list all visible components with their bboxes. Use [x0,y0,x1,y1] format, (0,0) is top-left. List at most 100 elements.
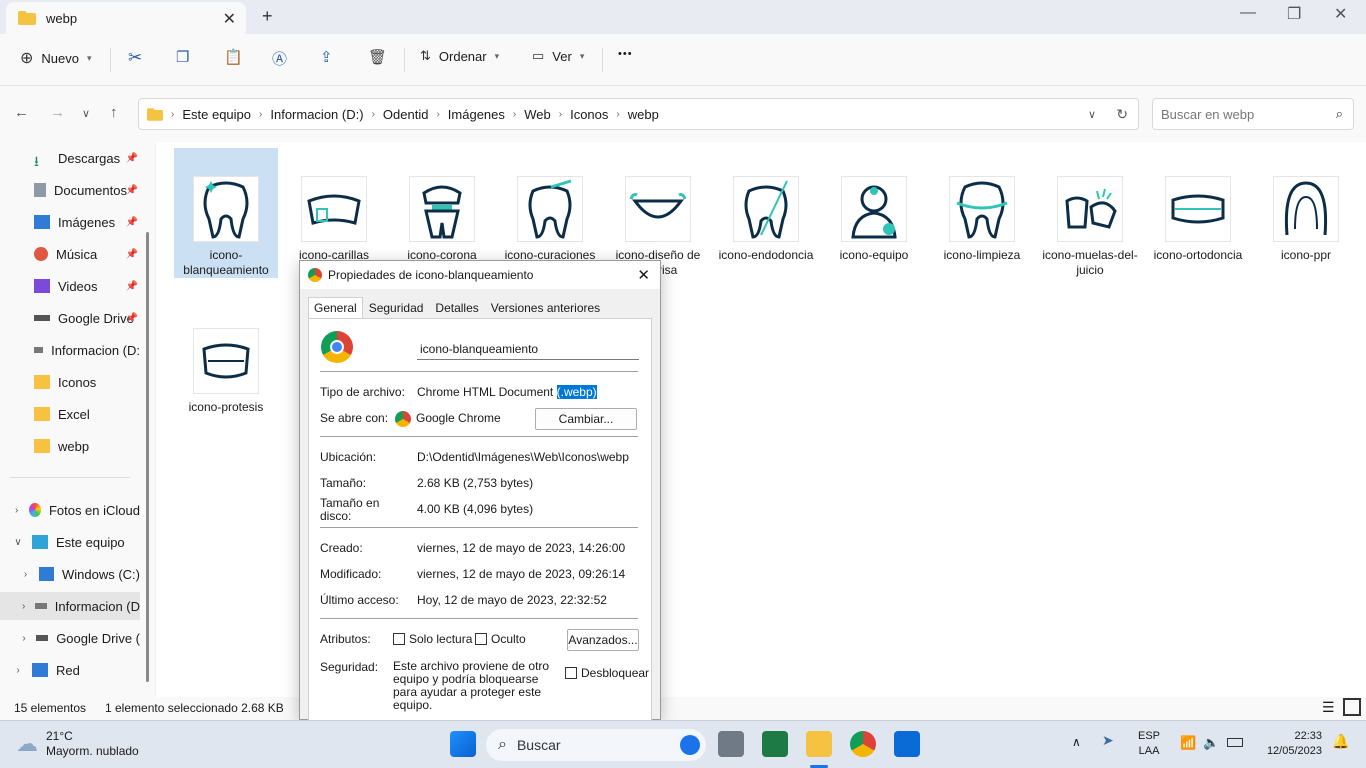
readonly-checkbox[interactable]: Solo lectura [393,632,472,646]
tab-seguridad[interactable]: Seguridad [363,297,430,319]
file-item-endodoncia[interactable]: icono-endodoncia [714,176,818,263]
change-button[interactable]: Cambiar... [535,408,637,430]
start-windows-icon[interactable] [450,731,476,757]
paste-icon[interactable]: 📋 [224,48,243,66]
rename-icon[interactable]: Ⓐ [272,48,287,69]
tab-versiones[interactable]: Versiones anteriores [485,297,606,319]
taskbar-search[interactable]: ⌕ Buscar [486,729,706,761]
sidebar-item-google-drive[interactable]: Google Drive 📌 [0,304,140,332]
wifi-icon[interactable]: 📶 [1180,735,1196,750]
breadcrumb-web[interactable]: Web [524,107,551,122]
close-icon[interactable]: ✕ [637,266,650,284]
details-view-icon[interactable]: ☰ [1322,699,1335,716]
file-item-blanqueamiento[interactable]: icono-blanqueamiento [174,148,278,278]
chevron-right-icon[interactable]: › [18,601,29,612]
clock[interactable]: 22:33 12/05/2023 [1258,729,1322,759]
address-dropdown-icon[interactable]: ∨ [1088,108,1096,121]
mail-icon[interactable] [894,731,920,757]
back-arrow-icon[interactable]: ← [14,104,29,121]
sidebar-item-google-drive-g[interactable]: › Google Drive ( [0,624,140,652]
share-icon[interactable]: ⇪ [320,48,333,66]
file-item-equipo[interactable]: icono-equipo [822,176,926,263]
file-item-carillas[interactable]: icono-carillas [282,176,386,263]
divider [320,527,638,528]
language-indicator[interactable]: ESP LAA [1138,729,1160,759]
tab-detalles[interactable]: Detalles [429,297,484,319]
chrome-icon[interactable] [850,731,876,757]
file-item-ppr[interactable]: icono-ppr [1254,176,1358,263]
file-explorer-icon[interactable] [806,731,832,757]
delete-icon[interactable]: 🗑 [368,48,387,66]
file-item-protesis[interactable]: icono-protesis [174,328,278,415]
file-item-ortodoncia[interactable]: icono-ortodoncia [1146,176,1250,263]
sidebar-item-videos[interactable]: Videos 📌 [0,272,140,300]
sidebar-item-imagenes[interactable]: Imágenes 📌 [0,208,140,236]
breadcrumb-odentid[interactable]: Odentid [383,107,429,122]
minimize-button[interactable]: — [1240,4,1256,22]
cut-icon[interactable]: ✂ [128,48,142,68]
sidebar-item-fotos-icloud[interactable]: › Fotos en iCloud [0,496,140,524]
volume-icon[interactable]: 🔈 [1203,735,1219,750]
new-tab-button[interactable]: + [262,6,273,27]
up-arrow-icon[interactable]: ↑ [110,104,118,121]
sidebar-item-descargas[interactable]: ⭳ Descargas 📌 [0,144,140,172]
tab-general[interactable]: General [308,297,363,319]
sidebar-item-webp[interactable]: webp [0,432,140,460]
file-item-corona[interactable]: icono-corona [390,176,494,263]
location-icon[interactable]: ➤ [1102,733,1114,748]
sidebar-scrollbar[interactable] [146,232,149,682]
chevron-up-icon[interactable]: ∧ [1072,735,1081,750]
chevron-right-icon[interactable]: › [10,505,23,516]
new-button[interactable]: ⊕ Nuevo ▾ [20,48,92,68]
attributes-label: Atributos: [320,632,371,646]
file-name: icono-limpieza [943,248,1021,262]
weather-widget[interactable]: ☁ 21°C Mayorm. nublado [16,729,139,759]
address-bar[interactable]: › Este equipo › Informacion (D:) › Odent… [138,98,1139,130]
chevron-down-icon[interactable]: ∨ [10,537,26,548]
task-view-icon[interactable] [718,731,744,757]
file-name-field[interactable]: icono-blanqueamiento [417,338,639,360]
breadcrumb-webp[interactable]: webp [628,107,659,122]
chevron-right-icon[interactable]: › [18,633,30,644]
copy-icon[interactable]: ❐ [176,48,189,66]
windows-drive-icon [38,567,54,581]
advanced-button[interactable]: Avanzados... [567,629,639,651]
recent-chevron-icon[interactable]: ∨ [82,107,90,120]
breadcrumb-imagenes[interactable]: Imágenes [448,107,505,122]
sidebar-item-red[interactable]: › Red [0,656,140,684]
file-item-limpieza[interactable]: icono-limpieza [930,176,1034,263]
sidebar-item-documentos[interactable]: Documentos 📌 [0,176,140,204]
file-item-muelas-juicio[interactable]: icono-muelas-del-juicio [1038,176,1142,278]
properties-dialog: Propiedades de icono-blanqueamiento ✕ Ge… [299,260,661,721]
hidden-checkbox[interactable]: Oculto [475,632,526,646]
breadcrumb-informacion[interactable]: Informacion (D:) [270,107,363,122]
sidebar-item-informacion-d[interactable]: › Informacion (D [0,592,140,620]
sort-button[interactable]: ⇅ Ordenar ▾ [420,48,499,64]
chevron-right-icon[interactable]: › [18,569,33,580]
forward-arrow-icon[interactable]: → [50,104,65,121]
close-window-button[interactable]: ✕ [1334,4,1347,24]
tab-webp[interactable]: webp ✕ [6,2,246,34]
maximize-button[interactable]: ❐ [1287,4,1301,24]
sidebar-item-musica[interactable]: Música 📌 [0,240,140,268]
sidebar-item-este-equipo[interactable]: ∨ Este equipo [0,528,140,556]
breadcrumb-este-equipo[interactable]: Este equipo [182,107,251,122]
view-button[interactable]: ▭ Ver ▾ [532,48,584,64]
close-tab-icon[interactable]: ✕ [223,9,236,29]
file-item-curaciones[interactable]: icono-curaciones [498,176,602,263]
search-input[interactable]: Buscar en webp ⌕ [1152,98,1354,130]
unblock-checkbox[interactable]: Desbloquear [565,666,649,680]
notifications-icon[interactable]: 🔔 [1332,734,1349,749]
sidebar-item-excel[interactable]: Excel [0,400,140,428]
sidebar-item-windows-c[interactable]: › Windows (C:) [0,560,140,588]
battery-icon[interactable] [1227,738,1243,747]
excel-icon[interactable] [762,731,788,757]
breadcrumb-iconos[interactable]: Iconos [570,107,608,122]
chrome-icon [395,411,411,427]
chevron-right-icon[interactable]: › [10,665,26,676]
sidebar-item-informacion[interactable]: Informacion (D: [0,336,140,364]
tiles-view-icon[interactable] [1343,698,1361,716]
refresh-icon[interactable]: ↻ [1116,106,1128,123]
more-options-button[interactable]: ••• [618,48,633,60]
sidebar-item-iconos[interactable]: Iconos [0,368,140,396]
